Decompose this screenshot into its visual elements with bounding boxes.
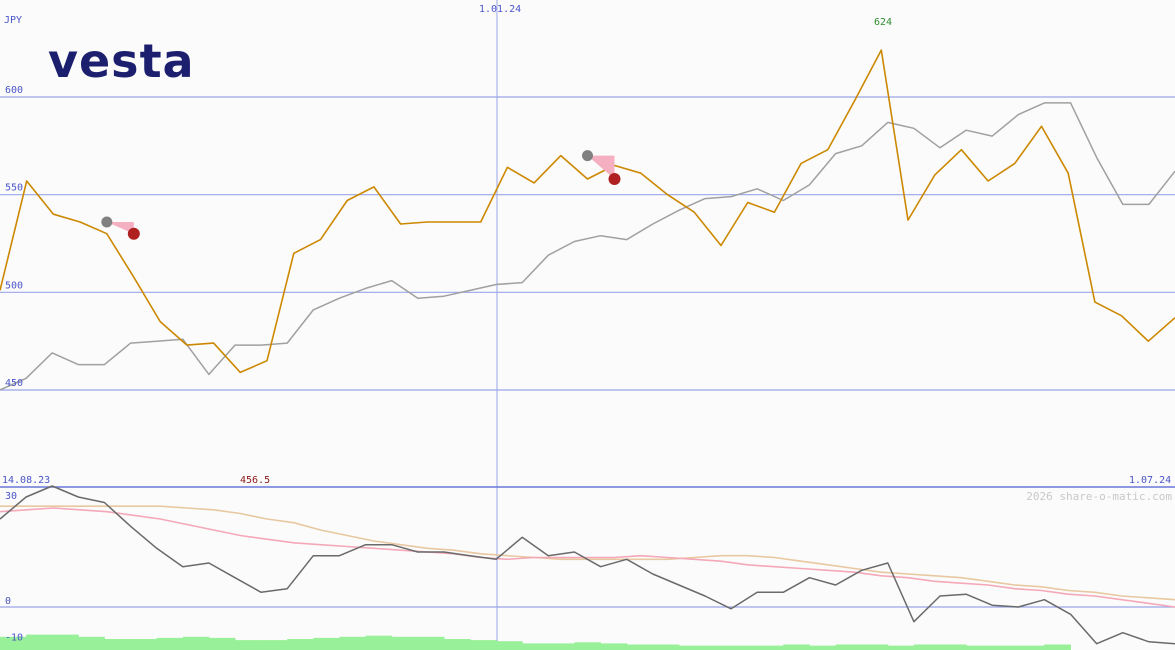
volume-bar bbox=[417, 636, 445, 650]
volume-bar bbox=[522, 643, 549, 650]
volume-bar bbox=[261, 640, 288, 650]
volume-bar bbox=[757, 645, 784, 650]
volume-bar bbox=[887, 645, 915, 650]
y-tick-label-450: 450 bbox=[5, 378, 23, 389]
brand-logo: vesta bbox=[48, 34, 195, 88]
volume-bar bbox=[104, 639, 131, 650]
x-start-label: 14.08.23 bbox=[2, 475, 50, 486]
volume-bar bbox=[861, 644, 889, 650]
volume-bar bbox=[235, 640, 262, 650]
volume-bar bbox=[391, 636, 419, 650]
y-tick-label-600: 600 bbox=[5, 85, 23, 96]
signal-exit-dot-1 bbox=[608, 173, 621, 186]
volume-bar bbox=[600, 643, 628, 650]
volume-bar bbox=[208, 637, 236, 650]
volume-bar bbox=[313, 637, 340, 650]
volume-bar bbox=[705, 645, 732, 650]
volume-bar bbox=[339, 636, 366, 650]
volume-bar bbox=[130, 639, 158, 650]
volume-bar bbox=[52, 634, 79, 650]
volume-bar bbox=[496, 641, 523, 650]
volume-bar bbox=[78, 636, 105, 650]
y-tick-label-500: 500 bbox=[5, 280, 23, 291]
low-label: 456.5 bbox=[240, 475, 270, 486]
volume-bar bbox=[652, 644, 680, 650]
volume-bar bbox=[365, 635, 393, 650]
volume-bar bbox=[182, 636, 210, 650]
volume-bar bbox=[156, 637, 184, 650]
volume-bar bbox=[1044, 644, 1071, 650]
volume-bar bbox=[940, 644, 967, 650]
indicator-tick-label--10: -10 bbox=[5, 633, 23, 644]
x-mid-label: 1.01.24 bbox=[479, 4, 521, 15]
volume-bar bbox=[26, 634, 53, 650]
volume-bar bbox=[913, 644, 941, 650]
x-end-label: 1.07.24 bbox=[1129, 475, 1171, 486]
indicator-tick-label-30: 30 bbox=[5, 491, 17, 502]
copyright: 2026 share-o-matic.com bbox=[1026, 490, 1172, 503]
volume-bar bbox=[626, 644, 654, 650]
signal-exit-dot-0 bbox=[127, 227, 140, 240]
volume-bar bbox=[678, 645, 706, 650]
volume-bar bbox=[835, 644, 863, 650]
volume-bar bbox=[548, 643, 575, 650]
high-label: 624 bbox=[874, 17, 892, 28]
stock-chart: vesta JPY 1.01.24 624 14.08.23 456.5 1.0… bbox=[0, 0, 1175, 650]
volume-bar bbox=[574, 642, 601, 650]
volume-bar bbox=[731, 645, 758, 650]
signal-entry-dot-0 bbox=[101, 216, 113, 228]
volume-bar bbox=[966, 645, 993, 650]
volume-bar bbox=[470, 640, 497, 650]
volume-bar bbox=[809, 645, 836, 650]
indicator-tick-label-0: 0 bbox=[5, 596, 11, 607]
volume-bar bbox=[443, 639, 471, 650]
signal-entry-dot-1 bbox=[582, 150, 593, 162]
volume-bar bbox=[1018, 645, 1045, 650]
currency-label: JPY bbox=[4, 15, 22, 26]
volume-bar bbox=[783, 644, 810, 650]
volume-bar bbox=[287, 639, 314, 650]
volume-bar bbox=[992, 645, 1019, 650]
y-tick-label-550: 550 bbox=[5, 183, 23, 194]
